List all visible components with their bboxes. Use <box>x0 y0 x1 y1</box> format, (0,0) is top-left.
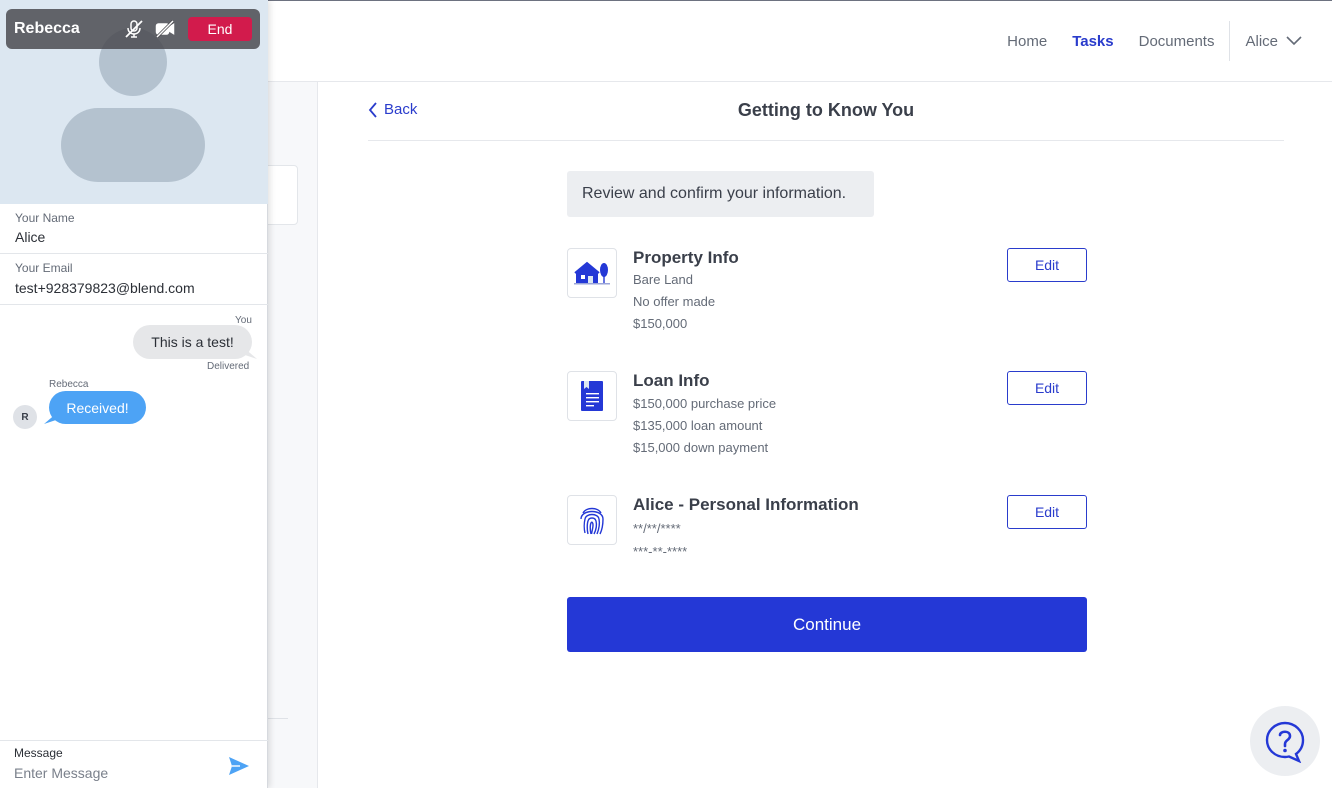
edit-property-button[interactable]: Edit <box>1007 248 1087 282</box>
nav-links: Home Tasks Documents Alice <box>982 1 1302 81</box>
email-label: Your Email <box>15 261 73 275</box>
name-field: Your Name Alice <box>0 204 268 254</box>
loan-amount: $135,000 loan amount <box>633 418 763 433</box>
property-info-section: Property Info Bare Land No offer made $1… <box>567 248 1087 338</box>
nav-tasks[interactable]: Tasks <box>1072 33 1113 50</box>
nav-divider <box>1229 21 1231 61</box>
user-name: Alice <box>1245 32 1278 50</box>
house-icon <box>567 248 617 298</box>
delivery-status: Delivered <box>207 361 250 372</box>
chat-panel: Rebecca End Your Name Alice Your Email t… <box>0 0 268 788</box>
bubble-tail <box>243 347 257 359</box>
email-value: test+928379823@blend.com <box>15 280 195 296</box>
fingerprint-icon <box>567 495 617 545</box>
offer-status: No offer made <box>633 294 716 309</box>
incoming-message: Received! <box>49 391 146 424</box>
title-divider <box>368 140 1284 141</box>
edit-personal-button[interactable]: Edit <box>1007 495 1087 529</box>
nav-home[interactable]: Home <box>1007 33 1047 50</box>
purchase-price: $150,000 purchase price <box>633 396 777 411</box>
personal-info-section: Alice - Personal Information **/**/**** … <box>567 495 1087 565</box>
end-call-button[interactable]: End <box>188 17 252 41</box>
outgoing-message: This is a test! <box>133 325 252 359</box>
call-controls: Rebecca End <box>6 9 260 49</box>
document-icon <box>567 371 617 421</box>
message-sender: Rebecca <box>49 379 89 390</box>
down-payment: $15,000 down payment <box>633 440 769 455</box>
mic-off-icon[interactable] <box>124 19 144 44</box>
message-label: Message <box>14 746 63 760</box>
help-button[interactable] <box>1250 706 1320 776</box>
chevron-down-icon <box>1286 36 1302 46</box>
sender-avatar: R <box>13 405 37 429</box>
name-label: Your Name <box>15 211 75 225</box>
section-title: Property Info <box>633 248 739 267</box>
send-icon[interactable] <box>228 756 250 781</box>
message-input[interactable] <box>14 763 214 783</box>
property-type: Bare Land <box>633 272 693 287</box>
edit-loan-button[interactable]: Edit <box>1007 371 1087 405</box>
section-title: Loan Info <box>633 371 710 390</box>
caller-name: Rebecca <box>14 20 80 37</box>
name-value: Alice <box>15 229 46 245</box>
property-value: $150,000 <box>633 316 688 331</box>
help-icon <box>1265 721 1305 763</box>
video-feed: Rebecca End <box>0 0 268 204</box>
section-title: Alice - Personal Information <box>633 495 859 514</box>
page-title: Getting to Know You <box>737 100 915 120</box>
message-composer: Message <box>0 740 268 788</box>
avatar-body <box>61 108 205 182</box>
video-off-icon[interactable] <box>155 19 175 44</box>
divider <box>268 718 288 719</box>
nav-documents[interactable]: Documents <box>1139 33 1215 50</box>
masked-ssn: ***-**-**** <box>633 544 688 559</box>
email-field: Your Email test+928379823@blend.com <box>0 254 268 305</box>
user-menu[interactable]: Alice <box>1245 33 1302 50</box>
info-banner: Review and confirm your information. <box>567 171 874 217</box>
masked-birthdate: **/**/**** <box>633 521 681 536</box>
continue-button[interactable]: Continue <box>567 597 1087 652</box>
loan-info-section: Loan Info $150,000 purchase price $135,0… <box>567 371 1087 461</box>
